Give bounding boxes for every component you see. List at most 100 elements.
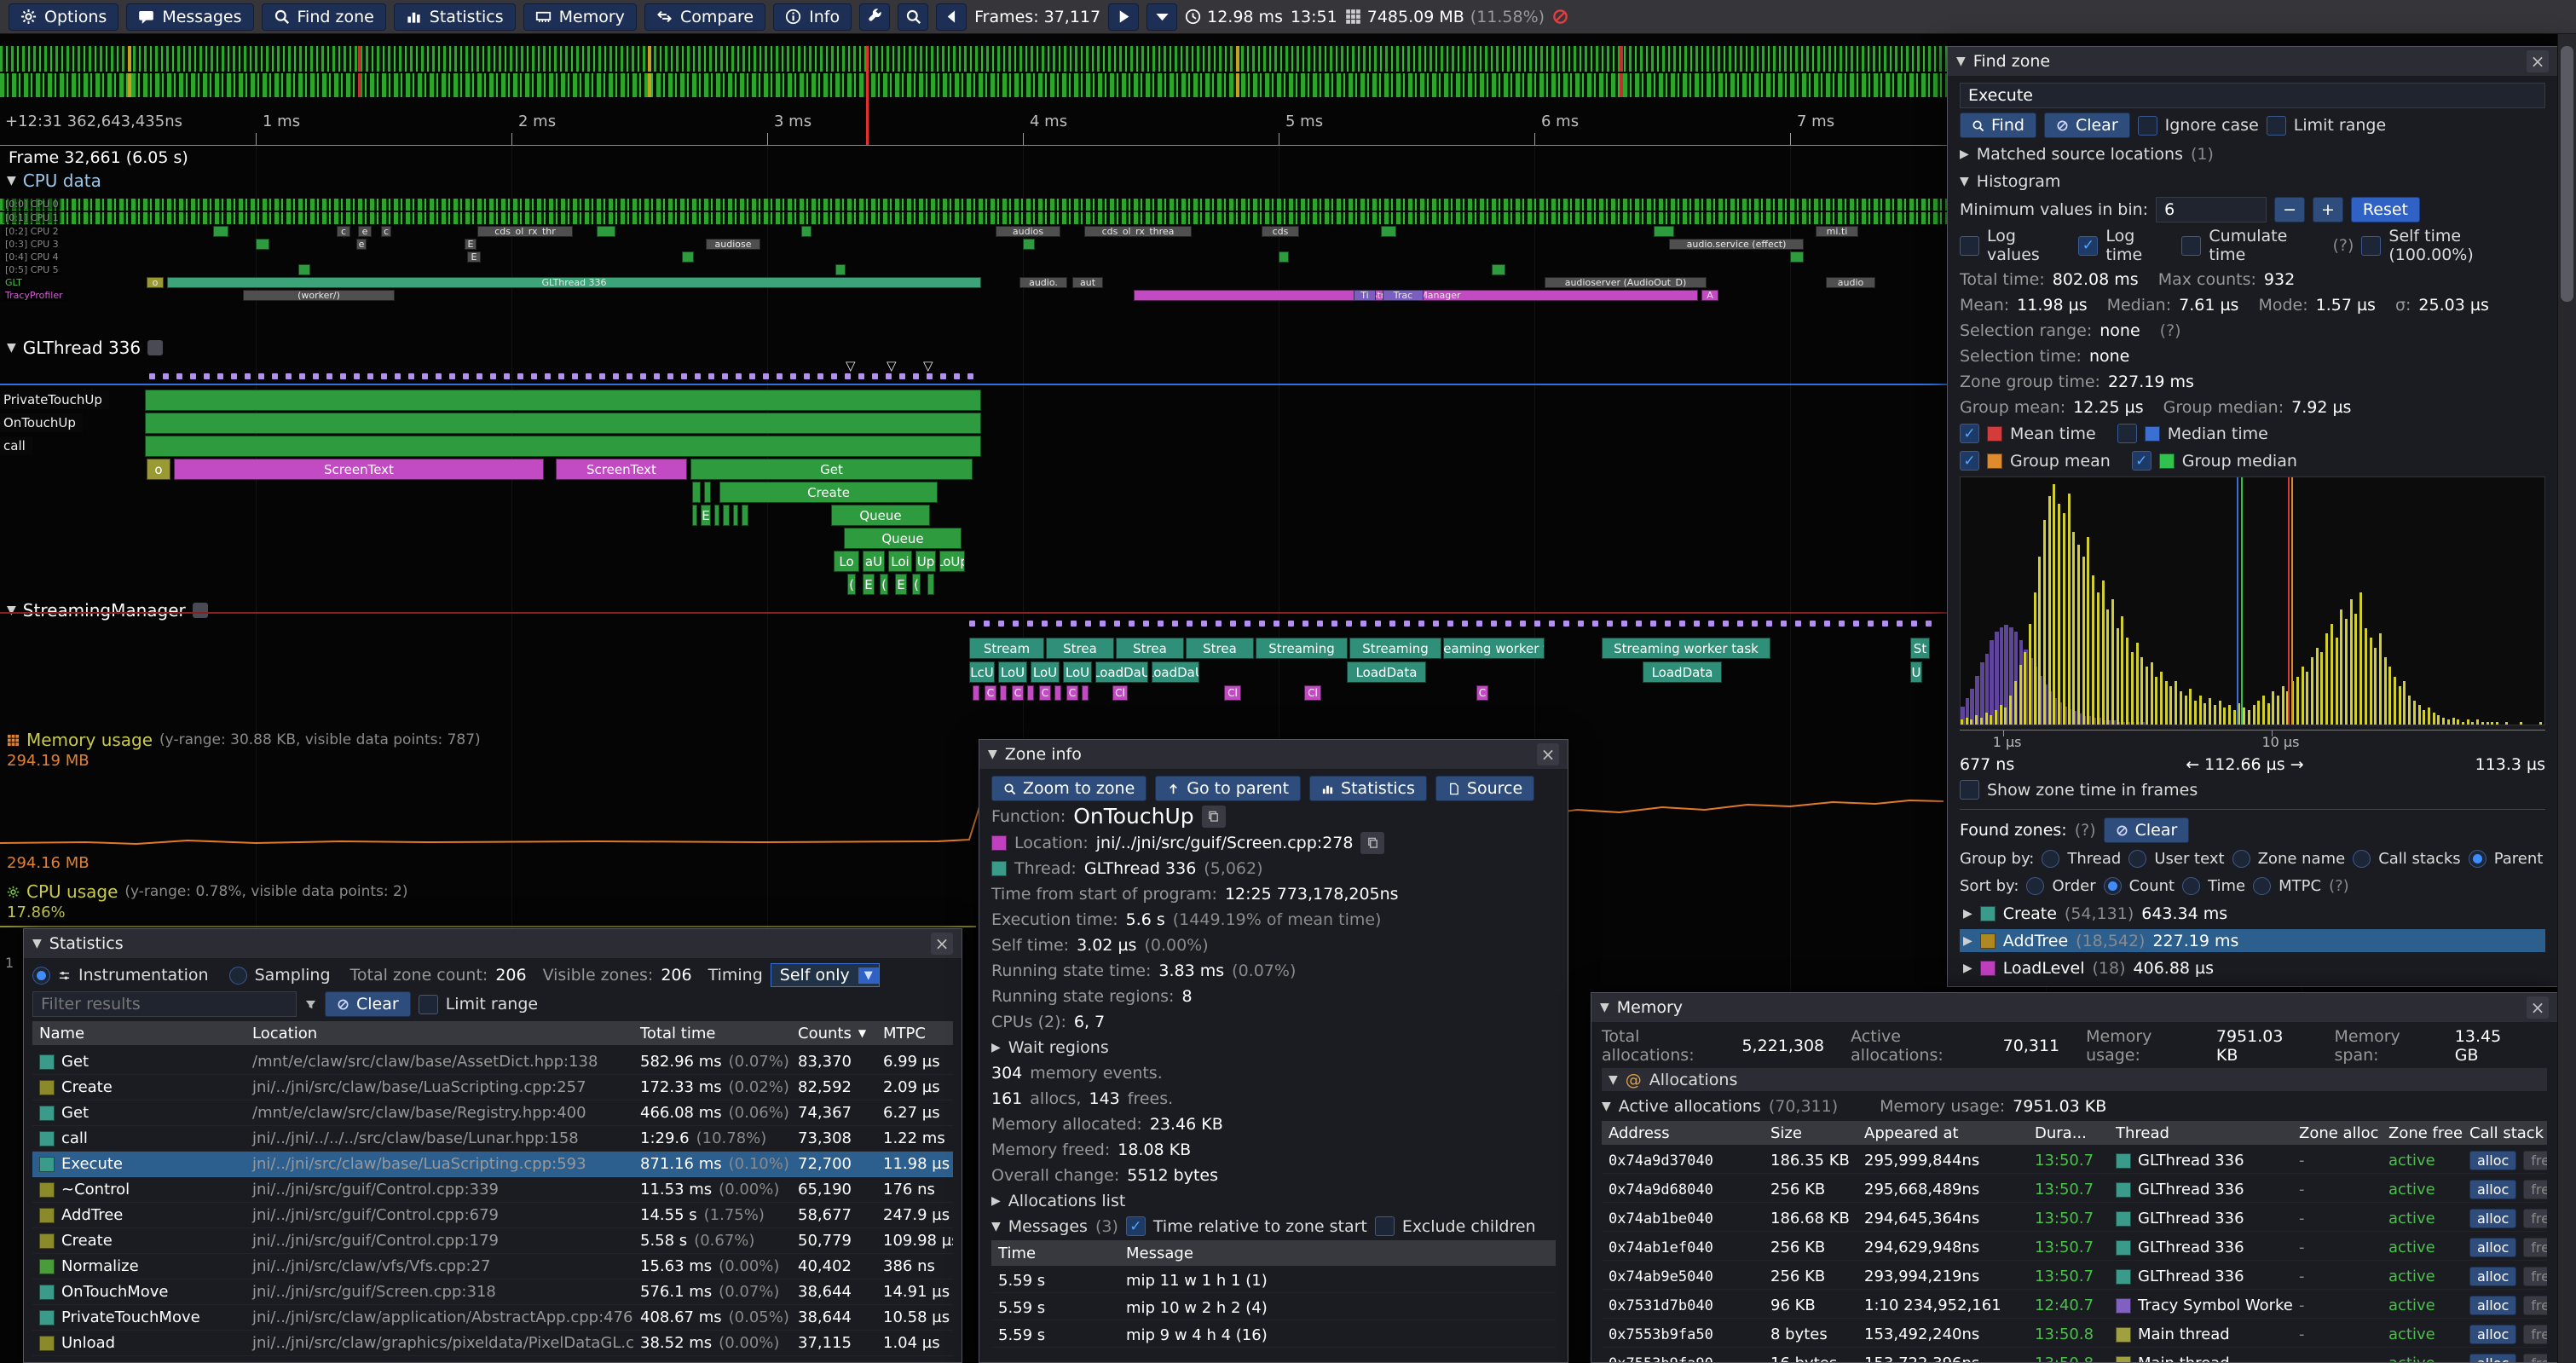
timeline-zone[interactable]: o	[147, 459, 170, 480]
message-marker[interactable]	[1027, 621, 1033, 627]
sort-by-radio-time[interactable]	[2182, 877, 2200, 895]
table-row[interactable]: Get/mnt/e/claw/src/claw/base/AssetDict.h…	[32, 1049, 953, 1075]
message-marker[interactable]	[1578, 621, 1584, 627]
message-marker[interactable]	[190, 373, 196, 379]
alloc-callstack-button[interactable]: alloc	[2469, 1238, 2516, 1257]
collapse-icon[interactable]: ▼	[1609, 1073, 1618, 1087]
timeline-zone[interactable]: Lo	[834, 551, 859, 572]
cpu-zone-segment[interactable]	[256, 239, 269, 250]
free-callstack-button[interactable]: free	[2523, 1267, 2547, 1286]
message-marker[interactable]	[545, 373, 551, 379]
cpu-zone-segment[interactable]: E	[467, 251, 481, 263]
message-marker[interactable]	[1621, 621, 1627, 627]
cpu-zone-segment[interactable]	[1023, 239, 1035, 250]
alloc-callstack-button[interactable]: alloc	[2469, 1209, 2516, 1228]
timeline-zone[interactable]: Cl	[1224, 685, 1241, 701]
column-header-size[interactable]: Size	[1764, 1124, 1857, 1142]
message-marker[interactable]	[1143, 621, 1149, 627]
timeline-zone[interactable]: Create	[719, 482, 938, 503]
close-icon[interactable]: ×	[2527, 996, 2549, 1019]
cpu-zone-segment[interactable]: c	[381, 226, 391, 237]
message-marker[interactable]	[1302, 621, 1308, 627]
timeline-zone[interactable]	[145, 436, 981, 457]
allocation-row[interactable]: 0x7553b9fa508 bytes153,492,240ns13:50.8M…	[1602, 1322, 2547, 1348]
timeline-zone[interactable]: St	[1910, 638, 1930, 659]
message-marker[interactable]	[913, 373, 919, 379]
wait-regions-toggle[interactable]: ▶Wait regions	[991, 1036, 1556, 1059]
message-marker[interactable]	[777, 373, 783, 379]
message-marker[interactable]	[531, 373, 537, 379]
message-marker[interactable]	[667, 373, 673, 379]
legend-checkbox-mean-time[interactable]: ✓	[1960, 424, 1979, 443]
timeline-zone[interactable]: (	[912, 574, 921, 595]
toolbar-tool-search[interactable]	[898, 3, 928, 31]
column-header-name[interactable]: Name	[32, 1025, 245, 1042]
collapse-icon[interactable]: ▼	[7, 604, 16, 617]
timeline-zone[interactable]: Loi	[888, 551, 912, 572]
message-marker[interactable]	[886, 373, 892, 379]
message-marker[interactable]	[272, 373, 278, 379]
cpu-zone-segment[interactable]: aut	[1072, 277, 1103, 288]
message-marker[interactable]	[354, 373, 360, 379]
message-marker[interactable]	[1259, 621, 1265, 627]
timeline-zone[interactable]: C	[1039, 685, 1051, 701]
found-zone-group[interactable]: ▶Create(54,131)643.34 ms	[1960, 902, 2545, 925]
column-header-thread[interactable]: Thread	[2109, 1124, 2292, 1142]
cpu-zone-segment[interactable]	[298, 264, 310, 275]
column-header-appeared-at[interactable]: Appeared at	[1857, 1124, 2028, 1142]
message-marker[interactable]	[1679, 621, 1685, 627]
timeline-zone[interactable]: U	[1910, 661, 1922, 683]
message-marker[interactable]	[790, 373, 796, 379]
timeline-zone[interactable]: Streaming	[1256, 638, 1348, 659]
increment-button[interactable]: +	[2313, 197, 2343, 222]
timeline-zone[interactable]: (	[880, 574, 888, 595]
allocation-row[interactable]: 0x7531d7b04096 KB1:10 234,952,16112:40.7…	[1602, 1293, 2547, 1319]
collapse-icon[interactable]: ▼	[1960, 175, 1969, 188]
zone-info-titlebar[interactable]: ▼ Zone info ×	[979, 740, 1568, 769]
table-row[interactable]: Get/mnt/e/claw/src/claw/base/Registry.hp…	[32, 1100, 953, 1126]
message-marker[interactable]	[1375, 621, 1381, 627]
message-marker[interactable]	[1216, 621, 1222, 627]
cpu-zone-segment[interactable]	[1492, 264, 1505, 275]
message-marker[interactable]	[858, 373, 864, 379]
message-marker[interactable]	[1853, 621, 1859, 627]
message-marker[interactable]	[804, 373, 810, 379]
message-marker[interactable]	[1766, 621, 1772, 627]
timeline-zone[interactable]	[692, 482, 701, 503]
message-marker[interactable]	[998, 621, 1004, 627]
copy-icon[interactable]	[1360, 832, 1384, 854]
cpu-zone-segment[interactable]	[682, 251, 694, 263]
message-marker[interactable]	[1056, 621, 1062, 627]
message-marker[interactable]	[736, 373, 742, 379]
decrement-button[interactable]: −	[2274, 197, 2305, 222]
toolbar-button-options[interactable]: Options	[9, 3, 118, 31]
timeline-zone[interactable]: Strea	[1186, 638, 1254, 659]
message-marker[interactable]	[1636, 621, 1642, 627]
alloc-callstack-button[interactable]: alloc	[2469, 1325, 2516, 1344]
collapse-icon[interactable]: ▼	[991, 1220, 1001, 1233]
cpu-zone-segment[interactable]: cds_ol_rx_threa	[1084, 226, 1192, 237]
timeline-zone[interactable]: Cl	[1304, 685, 1321, 701]
legend-checkbox-group-median[interactable]: ✓	[2132, 451, 2151, 471]
message-marker[interactable]	[967, 373, 973, 379]
table-row[interactable]: calljni/../jni/../../../src/claw/base/Lu…	[32, 1126, 953, 1152]
cpu-zone-segment[interactable]: mi.ti	[1816, 226, 1858, 237]
message-marker[interactable]	[1346, 621, 1352, 627]
message-marker[interactable]	[708, 373, 714, 379]
message-marker[interactable]	[326, 373, 332, 379]
cumulate-time-checkbox[interactable]	[2181, 236, 2201, 256]
timeline-zone[interactable]: E	[863, 574, 875, 595]
message-row[interactable]: 5.59 smip 10 w 2 h 2 (4)	[991, 1296, 1556, 1320]
scrollbar-thumb[interactable]	[2561, 46, 2573, 302]
cpu-zone-segment[interactable]	[1381, 226, 1396, 237]
message-marker[interactable]	[1723, 621, 1729, 627]
timeline-zone[interactable]: ScreenText	[174, 459, 544, 480]
timeline-zone[interactable]: E	[895, 574, 907, 595]
collapse-icon[interactable]: ▼	[7, 174, 16, 188]
message-marker[interactable]	[1245, 621, 1250, 627]
message-marker[interactable]	[313, 373, 319, 379]
timeline-zone[interactable]: E	[701, 505, 711, 526]
filter-input[interactable]: Filter results	[32, 991, 297, 1017]
message-marker[interactable]	[599, 373, 605, 379]
copy-icon[interactable]	[1202, 806, 1226, 828]
